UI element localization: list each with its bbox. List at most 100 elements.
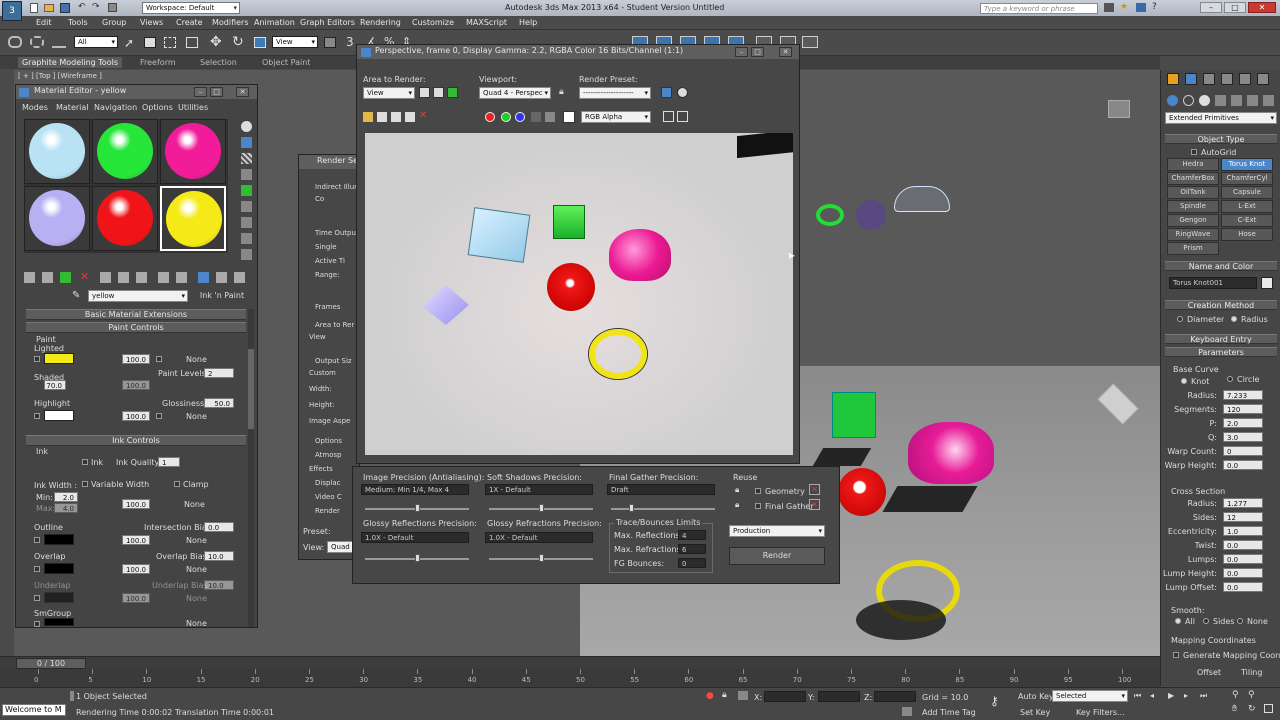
overlap-color-swatch[interactable] [44,563,74,574]
time-slider-thumb[interactable]: 0 / 100 [16,658,86,669]
red-channel-icon[interactable] [485,112,495,122]
object-type-button[interactable]: Torus Knot [1221,158,1273,171]
shaded-amount[interactable]: 70.0 [44,380,66,390]
pick-material-icon[interactable]: ✎ [72,290,80,301]
min-spinner[interactable]: 2.0 [54,492,78,502]
render-setup-item[interactable]: Custom [309,369,336,377]
close-button[interactable]: ✕ [1248,2,1276,13]
param-spinner[interactable]: 2.0 [1223,418,1263,428]
backlight-icon[interactable] [241,137,252,148]
go-parent-icon[interactable] [216,272,227,283]
z-coord-field[interactable] [874,691,916,702]
menu-item[interactable]: Customize [412,18,454,27]
copy-material-icon[interactable] [100,272,111,283]
previous-frame-icon[interactable]: ◂ [1150,691,1154,700]
render-setup-item[interactable]: View [309,333,326,341]
select-by-name-icon[interactable] [144,37,156,48]
menu-item[interactable]: Create [176,18,203,27]
me-menu-item[interactable]: Modes [22,103,48,112]
isolate-selection-icon[interactable]: ● [706,691,714,701]
object-name-field[interactable]: Torus Knot001 [1169,277,1257,289]
param-spinner[interactable]: 0 [1223,446,1263,456]
rfw-minimize-button[interactable]: – [735,47,748,57]
zoom-all-icon[interactable]: ⚲ [1248,690,1255,700]
transform-mode-icon[interactable] [738,691,748,700]
sample-slot[interactable] [160,119,226,184]
object-type-button[interactable]: OilTank [1167,186,1219,199]
select-object-icon[interactable]: ➚ [124,36,134,50]
parameters-rollout[interactable]: Parameters [1165,347,1277,357]
track-bar[interactable]: 0 5 10 15 20 25 30 35 40 45 50 55 60 65 70 75 80 85 90 95 10… [0,669,1160,687]
glossiness-spinner[interactable]: 50.0 [204,398,234,408]
menu-item[interactable]: Tools [68,18,88,27]
pan-icon[interactable]: ✋︎ [1232,704,1237,714]
key-filters-button[interactable]: Key Filters... [1076,708,1125,717]
soft-shadows-knob[interactable] [539,504,544,512]
menu-item[interactable]: Graph Editors [300,18,355,27]
overlap-map-button[interactable]: None [186,565,207,574]
object-type-button[interactable]: Spindle [1167,200,1219,213]
keyboard-entry-rollout[interactable]: Keyboard Entry [1165,334,1277,344]
rotate-icon[interactable]: ↻ [232,34,244,50]
param-spinner[interactable]: 0.0 [1223,460,1263,470]
underlap-color-swatch[interactable] [44,592,74,603]
geometry-subtab-icon[interactable] [1167,95,1178,106]
radius-radio[interactable] [1231,316,1237,322]
glossy-refr-knob[interactable] [539,554,544,562]
render-setup-item[interactable]: Active Ti [315,257,345,265]
underlap-map-button[interactable]: None [186,594,207,603]
object-type-button[interactable]: ChamferCyl [1221,172,1273,185]
overlap-bias-spinner[interactable]: 10.0 [204,551,234,561]
motion-tab-icon[interactable] [1221,73,1233,85]
intersection-bias-spinner[interactable]: 0.0 [204,522,234,532]
rendered-frame-title[interactable]: Perspective, frame 0, Display Gamma: 2.2… [357,45,799,59]
shapes-subtab-icon[interactable] [1183,95,1194,106]
material-id-icon[interactable] [158,272,169,283]
minimize-button[interactable]: – [1200,2,1222,13]
blue-channel-icon[interactable] [515,112,525,122]
render-setup-item[interactable]: Single [315,243,337,251]
tab-object-paint[interactable]: Object Paint [262,58,310,67]
tab-graphite[interactable]: Graphite Modeling Tools [18,57,122,68]
ink-check[interactable] [82,459,88,465]
me-scrollbar[interactable] [248,309,254,627]
smooth-all-radio[interactable] [1175,618,1181,624]
object-type-button[interactable]: Prism [1167,242,1219,255]
rendered-image[interactable] [365,133,793,455]
utilities-tab-icon[interactable] [1257,73,1269,85]
render-setup-button-icon[interactable] [661,87,672,98]
render-setup-item[interactable]: Atmosp [315,451,342,459]
set-key-button[interactable]: Set Key [1020,708,1050,717]
link-icon[interactable] [8,36,22,48]
make-preview-icon[interactable] [241,201,252,212]
key-mode-dropdown[interactable]: Selected ▾ [1052,690,1128,702]
object-type-button[interactable]: L-Ext [1221,200,1273,213]
cameras-subtab-icon[interactable] [1215,95,1226,106]
print-icon[interactable] [405,112,415,122]
object-color-swatch[interactable] [1261,277,1273,289]
clone-frame-icon[interactable] [391,112,401,122]
workspace-dropdown[interactable]: Workspace: Default ▾ [142,2,240,14]
object-type-button[interactable]: ChamferBox [1167,172,1219,185]
menu-item[interactable]: Edit [36,18,52,27]
render-setup-item[interactable]: Height: [309,401,335,409]
time-slider[interactable]: 0 / 100 [0,656,1160,669]
toggle-ui-icon[interactable] [677,111,688,122]
clamp-check[interactable] [174,481,180,487]
sample-slot[interactable] [92,186,158,251]
object-type-button[interactable]: Hedra [1167,158,1219,171]
shaded-amount-2[interactable]: 100.0 [122,380,150,390]
underlap-amount[interactable]: 100.0 [122,593,150,603]
param-spinner[interactable]: 0.0 [1223,582,1263,592]
final-gather-knob[interactable] [629,504,634,512]
get-material-icon[interactable] [24,272,35,283]
render-setup-item[interactable]: Effects [309,465,333,473]
selection-set-icon[interactable] [70,691,74,701]
go-sibling-icon[interactable] [234,272,245,283]
selection-filter-dropdown[interactable]: All ▾ [74,36,118,48]
helpers-subtab-icon[interactable] [1231,95,1242,106]
render-setup-item[interactable]: Render [315,507,340,515]
maxscript-listener[interactable]: Welcome to M [2,704,66,716]
put-to-library-icon[interactable] [136,272,147,283]
render-setup-title[interactable]: Render Set [299,155,361,169]
